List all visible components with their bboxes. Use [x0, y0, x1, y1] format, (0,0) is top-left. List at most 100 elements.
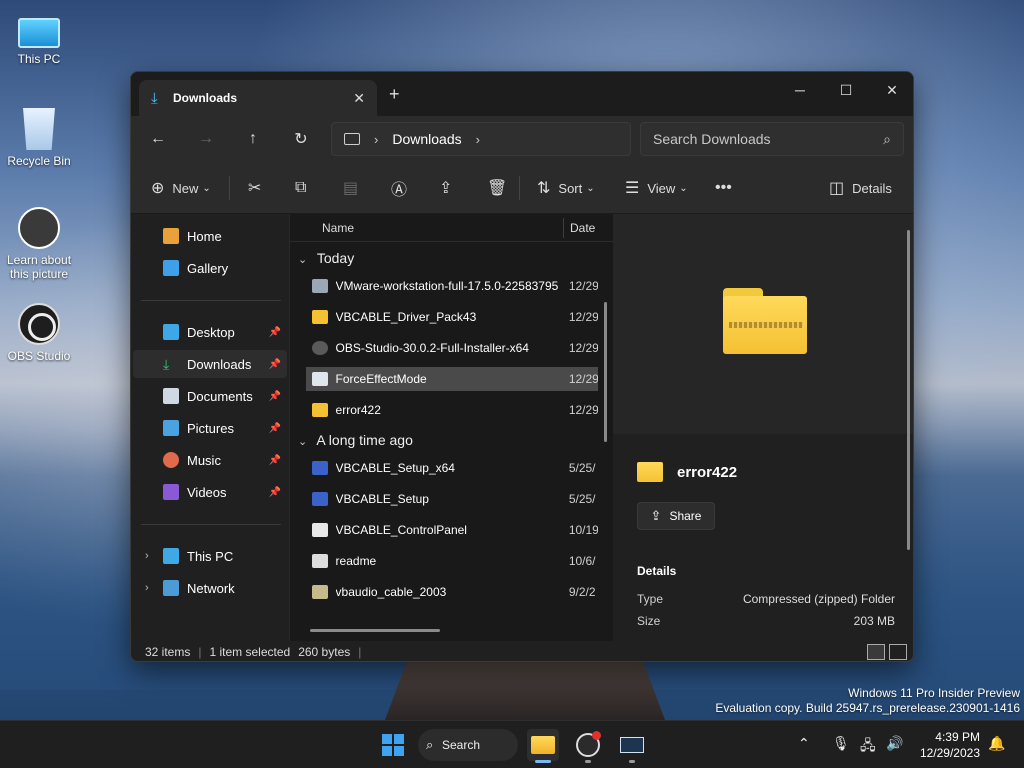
- clipboard-icon: ▤: [343, 180, 359, 197]
- group-header-long-ago[interactable]: ⌄ A long time ago: [298, 432, 413, 448]
- maximize-button[interactable]: ☐: [823, 76, 869, 104]
- chevron-up-icon[interactable]: ⌃: [798, 735, 810, 752]
- details-share-button[interactable]: ⇪ Share: [637, 502, 715, 530]
- sidebar-item-music[interactable]: Music 📌: [133, 446, 287, 474]
- taskbar-search[interactable]: ⌕ Search: [418, 729, 518, 761]
- volume-icon[interactable]: 🔊: [886, 735, 903, 752]
- download-icon: ⤓: [151, 89, 158, 107]
- sidebar-divider: [141, 300, 281, 301]
- breadcrumb-downloads[interactable]: Downloads: [392, 131, 461, 147]
- notification-bell-icon[interactable]: 🔔: [988, 735, 1005, 752]
- desktop-icon-learn-picture[interactable]: Learn about this picture: [1, 207, 77, 281]
- file-row[interactable]: VBCABLE_ControlPanel 10/19: [306, 518, 598, 542]
- desktop-icon-this-pc[interactable]: This PC: [1, 12, 77, 66]
- forward-button[interactable]: →: [193, 126, 219, 152]
- taskbar-obs[interactable]: [572, 729, 604, 763]
- view-button[interactable]: ☰ View ⌄: [625, 176, 688, 200]
- vertical-scrollbar[interactable]: [604, 302, 607, 442]
- tiles-view-button[interactable]: [889, 644, 907, 660]
- pictures-icon: [163, 420, 179, 436]
- text-file-icon: [312, 554, 328, 568]
- tab-downloads[interactable]: ⤓ Downloads ✕: [139, 80, 377, 116]
- search-placeholder: Search Downloads: [653, 131, 771, 147]
- share-icon: ⇪: [439, 180, 453, 197]
- chevron-right-icon[interactable]: ›: [145, 550, 149, 562]
- home-icon: [163, 228, 179, 244]
- column-resize-handle[interactable]: [563, 218, 564, 238]
- sidebar-item-documents[interactable]: Documents 📌: [133, 382, 287, 410]
- more-options-button[interactable]: •••: [715, 176, 732, 200]
- paste-button[interactable]: ▤: [343, 176, 358, 200]
- close-tab-icon[interactable]: ✕: [353, 90, 365, 107]
- network-icon[interactable]: 🖧: [860, 735, 876, 759]
- watermark-line: Evaluation copy. Build 25947.rs_prerelea…: [715, 701, 1020, 715]
- refresh-button[interactable]: ↻: [288, 126, 314, 152]
- chevron-right-icon[interactable]: ›: [145, 582, 149, 594]
- new-label: New: [172, 180, 199, 196]
- back-button[interactable]: ←: [145, 126, 171, 152]
- chevron-down-icon: ⌄: [202, 182, 211, 194]
- desktop-icon-obs-studio[interactable]: OBS Studio: [1, 303, 77, 363]
- file-row[interactable]: error422 12/29: [306, 398, 598, 422]
- start-button[interactable]: [382, 734, 404, 756]
- sidebar-item-pictures[interactable]: Pictures 📌: [133, 414, 287, 442]
- file-explorer-window: ⤓ Downloads ✕ + ─ ☐ ✕ ← → ↑ ↻ › Download…: [130, 71, 914, 662]
- this-pc-icon: [344, 133, 360, 145]
- details-scrollbar[interactable]: [907, 230, 910, 550]
- music-icon: [163, 452, 179, 468]
- file-row[interactable]: readme 10/6/: [306, 549, 598, 573]
- taskbar-file-explorer[interactable]: [527, 729, 559, 763]
- column-date[interactable]: Date: [570, 221, 595, 235]
- clock[interactable]: 4:39 PM 12/29/2023: [918, 729, 980, 761]
- file-row[interactable]: VBCABLE_Driver_Pack43 12/29: [306, 305, 598, 329]
- details-view-button[interactable]: [867, 644, 885, 660]
- desktop-icon-recycle-bin[interactable]: Recycle Bin: [1, 108, 77, 168]
- column-name[interactable]: Name: [322, 221, 354, 235]
- pin-icon: 📌: [268, 486, 281, 498]
- microphone-icon[interactable]: 🎙: [832, 735, 850, 752]
- file-row[interactable]: VMware-workstation-full-17.5.0-22583795 …: [306, 274, 598, 298]
- file-row[interactable]: VBCABLE_Setup 5/25/: [306, 487, 598, 511]
- new-tab-button[interactable]: +: [389, 84, 400, 105]
- horizontal-scrollbar[interactable]: [310, 629, 440, 632]
- file-row[interactable]: OBS-Studio-30.0.2-Full-Installer-x64 12/…: [306, 336, 598, 360]
- running-indicator: [585, 760, 591, 763]
- delete-button[interactable]: 🗑: [487, 176, 507, 200]
- cut-button[interactable]: ✂: [248, 176, 261, 200]
- file-name: readme: [335, 554, 377, 568]
- details-pane-button[interactable]: ◫ Details: [829, 176, 892, 200]
- file-row[interactable]: VBCABLE_Setup_x64 5/25/: [306, 456, 598, 480]
- sidebar-item-network[interactable]: › Network: [133, 574, 287, 602]
- preview-area: [613, 214, 913, 434]
- search-icon: ⌕: [426, 737, 434, 752]
- computer-icon: [18, 18, 60, 48]
- minimize-button[interactable]: ─: [777, 76, 823, 104]
- share-button[interactable]: ⇪: [439, 176, 452, 200]
- chevron-right-icon[interactable]: ›: [374, 132, 378, 147]
- up-button[interactable]: ↑: [240, 126, 266, 152]
- file-row-selected[interactable]: ForceEffectMode 12/29: [306, 367, 598, 391]
- sidebar-item-this-pc[interactable]: › This PC: [133, 542, 287, 570]
- sidebar-item-downloads[interactable]: ⤓ Downloads 📌: [133, 350, 287, 378]
- setup-icon: [312, 461, 328, 475]
- group-header-today[interactable]: ⌄ Today: [298, 250, 354, 266]
- sidebar-item-desktop[interactable]: Desktop 📌: [133, 318, 287, 346]
- sidebar-item-gallery[interactable]: Gallery: [133, 254, 287, 282]
- sidebar-item-videos[interactable]: Videos 📌: [133, 478, 287, 506]
- sidebar-item-home[interactable]: Home: [133, 222, 287, 250]
- address-bar[interactable]: › Downloads ›: [331, 122, 631, 156]
- file-row[interactable]: vbaudio_cable_2003 9/2/2: [306, 580, 598, 604]
- close-window-button[interactable]: ✕: [869, 76, 913, 104]
- navigation-bar: ← → ↑ ↻ › Downloads › Search Downloads ⌕: [131, 116, 913, 162]
- rename-button[interactable]: Ⓐ: [391, 176, 407, 200]
- sort-button[interactable]: ⇅ Sort ⌄: [537, 176, 595, 200]
- desktop-icon-label: Recycle Bin: [7, 154, 71, 168]
- taskbar-task-manager[interactable]: [616, 729, 648, 763]
- search-input[interactable]: Search Downloads ⌕: [640, 122, 904, 156]
- chevron-right-icon[interactable]: ›: [476, 132, 480, 147]
- new-button[interactable]: ⊕ New ⌄: [151, 176, 211, 200]
- file-date: 9/2/2: [568, 585, 596, 599]
- plus-circle-icon: ⊕: [151, 180, 165, 197]
- copy-button[interactable]: ⧉: [295, 176, 306, 200]
- this-pc-icon: [163, 548, 179, 564]
